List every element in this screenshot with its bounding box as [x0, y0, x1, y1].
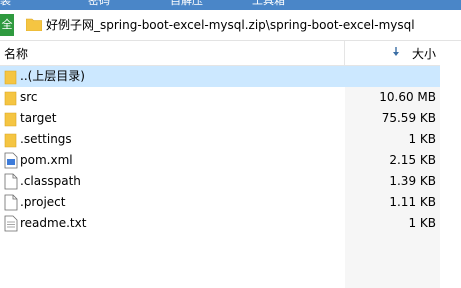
toolbar-item-toolbox[interactable]: 工具箱 [252, 0, 285, 8]
xml-file-icon [4, 152, 18, 169]
scrollbar-track[interactable] [440, 41, 461, 288]
list-item[interactable]: pom.xml 2.15 KB [0, 150, 440, 171]
file-icon [4, 173, 18, 190]
folder-icon [4, 133, 17, 148]
list-item[interactable]: .settings 1 KB [0, 129, 440, 150]
list-item[interactable]: target 75.59 KB [0, 108, 440, 129]
file-name: .classpath [20, 174, 81, 188]
folder-icon [4, 112, 17, 127]
address-path[interactable]: 好例子网_spring-boot-excel-mysql.zip\spring-… [46, 16, 415, 34]
list-item[interactable]: src 10.60 MB [0, 87, 440, 108]
file-size: 10.60 MB [379, 90, 436, 104]
list-item[interactable]: ..(上层目录) [0, 66, 440, 87]
address-bar: 全 好例子网_spring-boot-excel-mysql.zip\sprin… [0, 10, 461, 41]
file-size: 1 KB [408, 132, 436, 146]
column-divider[interactable] [344, 41, 345, 65]
column-header: 名称 大小 [0, 41, 461, 66]
sort-arrow-down-icon [393, 47, 399, 56]
column-name-header[interactable]: 名称 [4, 45, 28, 62]
file-name: ..(上层目录) [20, 69, 85, 83]
text-file-icon [4, 215, 18, 232]
file-name: pom.xml [20, 153, 73, 167]
file-size: 1.39 KB [389, 174, 436, 188]
all-button[interactable]: 全 [0, 14, 14, 36]
list-item[interactable]: .classpath 1.39 KB [0, 171, 440, 192]
file-size: 2.15 KB [389, 153, 436, 167]
toolbar-item-0[interactable]: 装 [0, 0, 11, 8]
file-name: .settings [20, 132, 72, 146]
file-name: target [20, 111, 57, 125]
list-item[interactable]: readme.txt 1 KB [0, 213, 440, 234]
folder-icon [4, 91, 17, 106]
file-name: readme.txt [20, 216, 87, 230]
list-item[interactable]: .project 1.11 KB [0, 192, 440, 213]
file-name: .project [20, 195, 66, 209]
toolbar-item-password[interactable]: 密码 [88, 0, 110, 8]
column-size-header[interactable]: 大小 [412, 45, 436, 62]
toolbar: 装 密码 自解压 工具箱 [0, 0, 461, 10]
file-size: 1.11 KB [389, 195, 436, 209]
file-size: 75.59 KB [381, 111, 436, 125]
file-size: 1 KB [408, 216, 436, 230]
toolbar-item-self-extract[interactable]: 自解压 [170, 0, 203, 8]
file-icon [4, 194, 18, 211]
folder-up-icon [4, 70, 17, 85]
folder-icon [26, 18, 42, 31]
file-name: src [20, 90, 38, 104]
